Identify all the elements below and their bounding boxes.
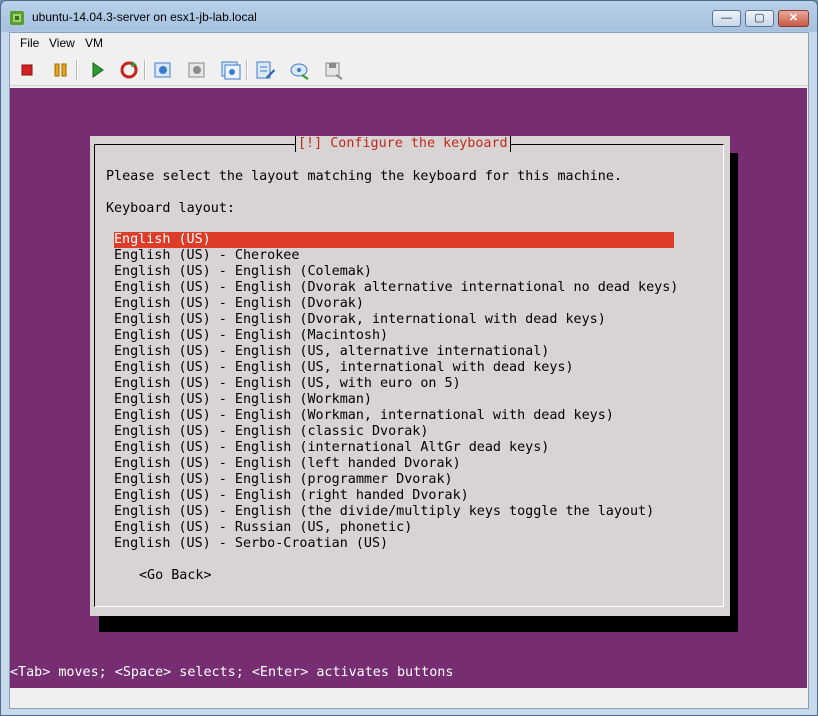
minimize-button[interactable]: — xyxy=(712,10,741,27)
dialog-prompt: Please select the layout matching the ke… xyxy=(106,169,622,184)
keyboard-layout-label: Keyboard layout: xyxy=(106,201,235,216)
menu-view[interactable]: View xyxy=(49,36,75,50)
layout-option[interactable]: English (US) - English (Dvorak, internat… xyxy=(114,312,674,328)
keyboard-layout-list[interactable]: English (US) English (US) - Cherokee Engli… xyxy=(114,232,678,552)
connect-floppy-button[interactable] xyxy=(322,59,344,81)
layout-option[interactable]: English (US) - English (US, alternative … xyxy=(114,344,674,360)
revert-snapshot-icon xyxy=(188,62,205,78)
keyboard-config-dialog: [!] Configure the keyboard Please select… xyxy=(90,136,730,616)
connect-floppy-icon xyxy=(325,62,343,80)
connect-cdrom-icon xyxy=(290,63,309,80)
snapshot-manager-button[interactable] xyxy=(220,59,242,81)
edit-settings-icon xyxy=(256,61,275,79)
take-snapshot-button[interactable] xyxy=(152,59,174,81)
layout-option[interactable]: English (US) - English (Dvorak) xyxy=(114,296,674,312)
window-title: ubuntu-14.04.3-server on esx1-jb-lab.loc… xyxy=(32,10,257,24)
layout-option[interactable]: English (US) - English (Macintosh) xyxy=(114,328,674,344)
close-icon: ✕ xyxy=(788,12,799,24)
layout-option[interactable]: English (US) - English (Colemak) xyxy=(114,264,674,280)
menu-view-label: View xyxy=(49,36,75,50)
dialog-title: [!] Configure the keyboard xyxy=(295,136,511,152)
layout-option[interactable]: English (US) - English (left handed Dvor… xyxy=(114,456,674,472)
maximize-icon: ▢ xyxy=(754,12,765,24)
connect-cdrom-button[interactable] xyxy=(288,59,310,81)
snapshot-icon xyxy=(154,62,171,78)
menu-bar: File View VM xyxy=(10,33,808,55)
layout-option[interactable]: English (US) - English (Dvorak alternati… xyxy=(114,280,678,296)
revert-snapshot-button[interactable] xyxy=(186,59,208,81)
edit-settings-button[interactable] xyxy=(254,59,276,81)
suspend-icon xyxy=(54,63,67,77)
layout-option[interactable]: English (US) - Cherokee xyxy=(114,248,674,264)
snapshot-manager-icon xyxy=(221,61,241,80)
menu-file[interactable]: File xyxy=(20,36,39,50)
toolbar xyxy=(10,55,808,86)
vsphere-app-icon xyxy=(10,11,24,25)
toolbar-separator xyxy=(144,60,146,80)
reset-button[interactable] xyxy=(118,59,140,81)
layout-option[interactable]: English (US) - English (the divide/multi… xyxy=(114,504,674,520)
layout-option[interactable]: English (US) - English (Workman, interna… xyxy=(114,408,674,424)
layout-option[interactable]: English (US) - English (US, internationa… xyxy=(114,360,674,376)
toolbar-separator xyxy=(76,60,78,80)
status-line: <Tab> moves; <Space> selects; <Enter> ac… xyxy=(10,665,454,680)
layout-option-selected[interactable]: English (US) xyxy=(114,232,674,248)
power-off-button[interactable] xyxy=(16,59,38,81)
title-bar[interactable]: ubuntu-14.04.3-server on esx1-jb-lab.loc… xyxy=(1,1,817,33)
menu-vm-label: VM xyxy=(85,36,103,50)
layout-option[interactable]: English (US) - Serbo-Croatian (US) xyxy=(114,536,674,552)
reset-icon xyxy=(120,61,138,79)
close-button[interactable]: ✕ xyxy=(778,10,809,27)
toolbar-separator xyxy=(246,60,248,80)
vm-console-screen[interactable]: [!] Configure the keyboard Please select… xyxy=(10,88,807,688)
menu-vm[interactable]: VM xyxy=(85,36,103,50)
power-off-icon xyxy=(21,64,33,76)
suspend-button[interactable] xyxy=(50,59,72,81)
layout-option[interactable]: English (US) - English (Workman) xyxy=(114,392,674,408)
go-back-button[interactable]: <Go Back> xyxy=(139,568,212,584)
layout-option[interactable]: English (US) - Russian (US, phonetic) xyxy=(114,520,674,536)
vm-console-window: ubuntu-14.04.3-server on esx1-jb-lab.loc… xyxy=(0,0,818,716)
layout-option[interactable]: English (US) - English (programmer Dvora… xyxy=(114,472,674,488)
power-on-icon xyxy=(92,62,104,78)
menu-file-label: File xyxy=(20,36,40,50)
layout-option[interactable]: English (US) - English (right handed Dvo… xyxy=(114,488,674,504)
power-on-button[interactable] xyxy=(86,59,108,81)
minimize-icon: — xyxy=(721,12,732,24)
maximize-button[interactable]: ▢ xyxy=(745,10,774,27)
layout-option[interactable]: English (US) - English (international Al… xyxy=(114,440,674,456)
layout-option[interactable]: English (US) - English (US, with euro on… xyxy=(114,376,674,392)
layout-option[interactable]: English (US) - English (classic Dvorak) xyxy=(114,424,674,440)
